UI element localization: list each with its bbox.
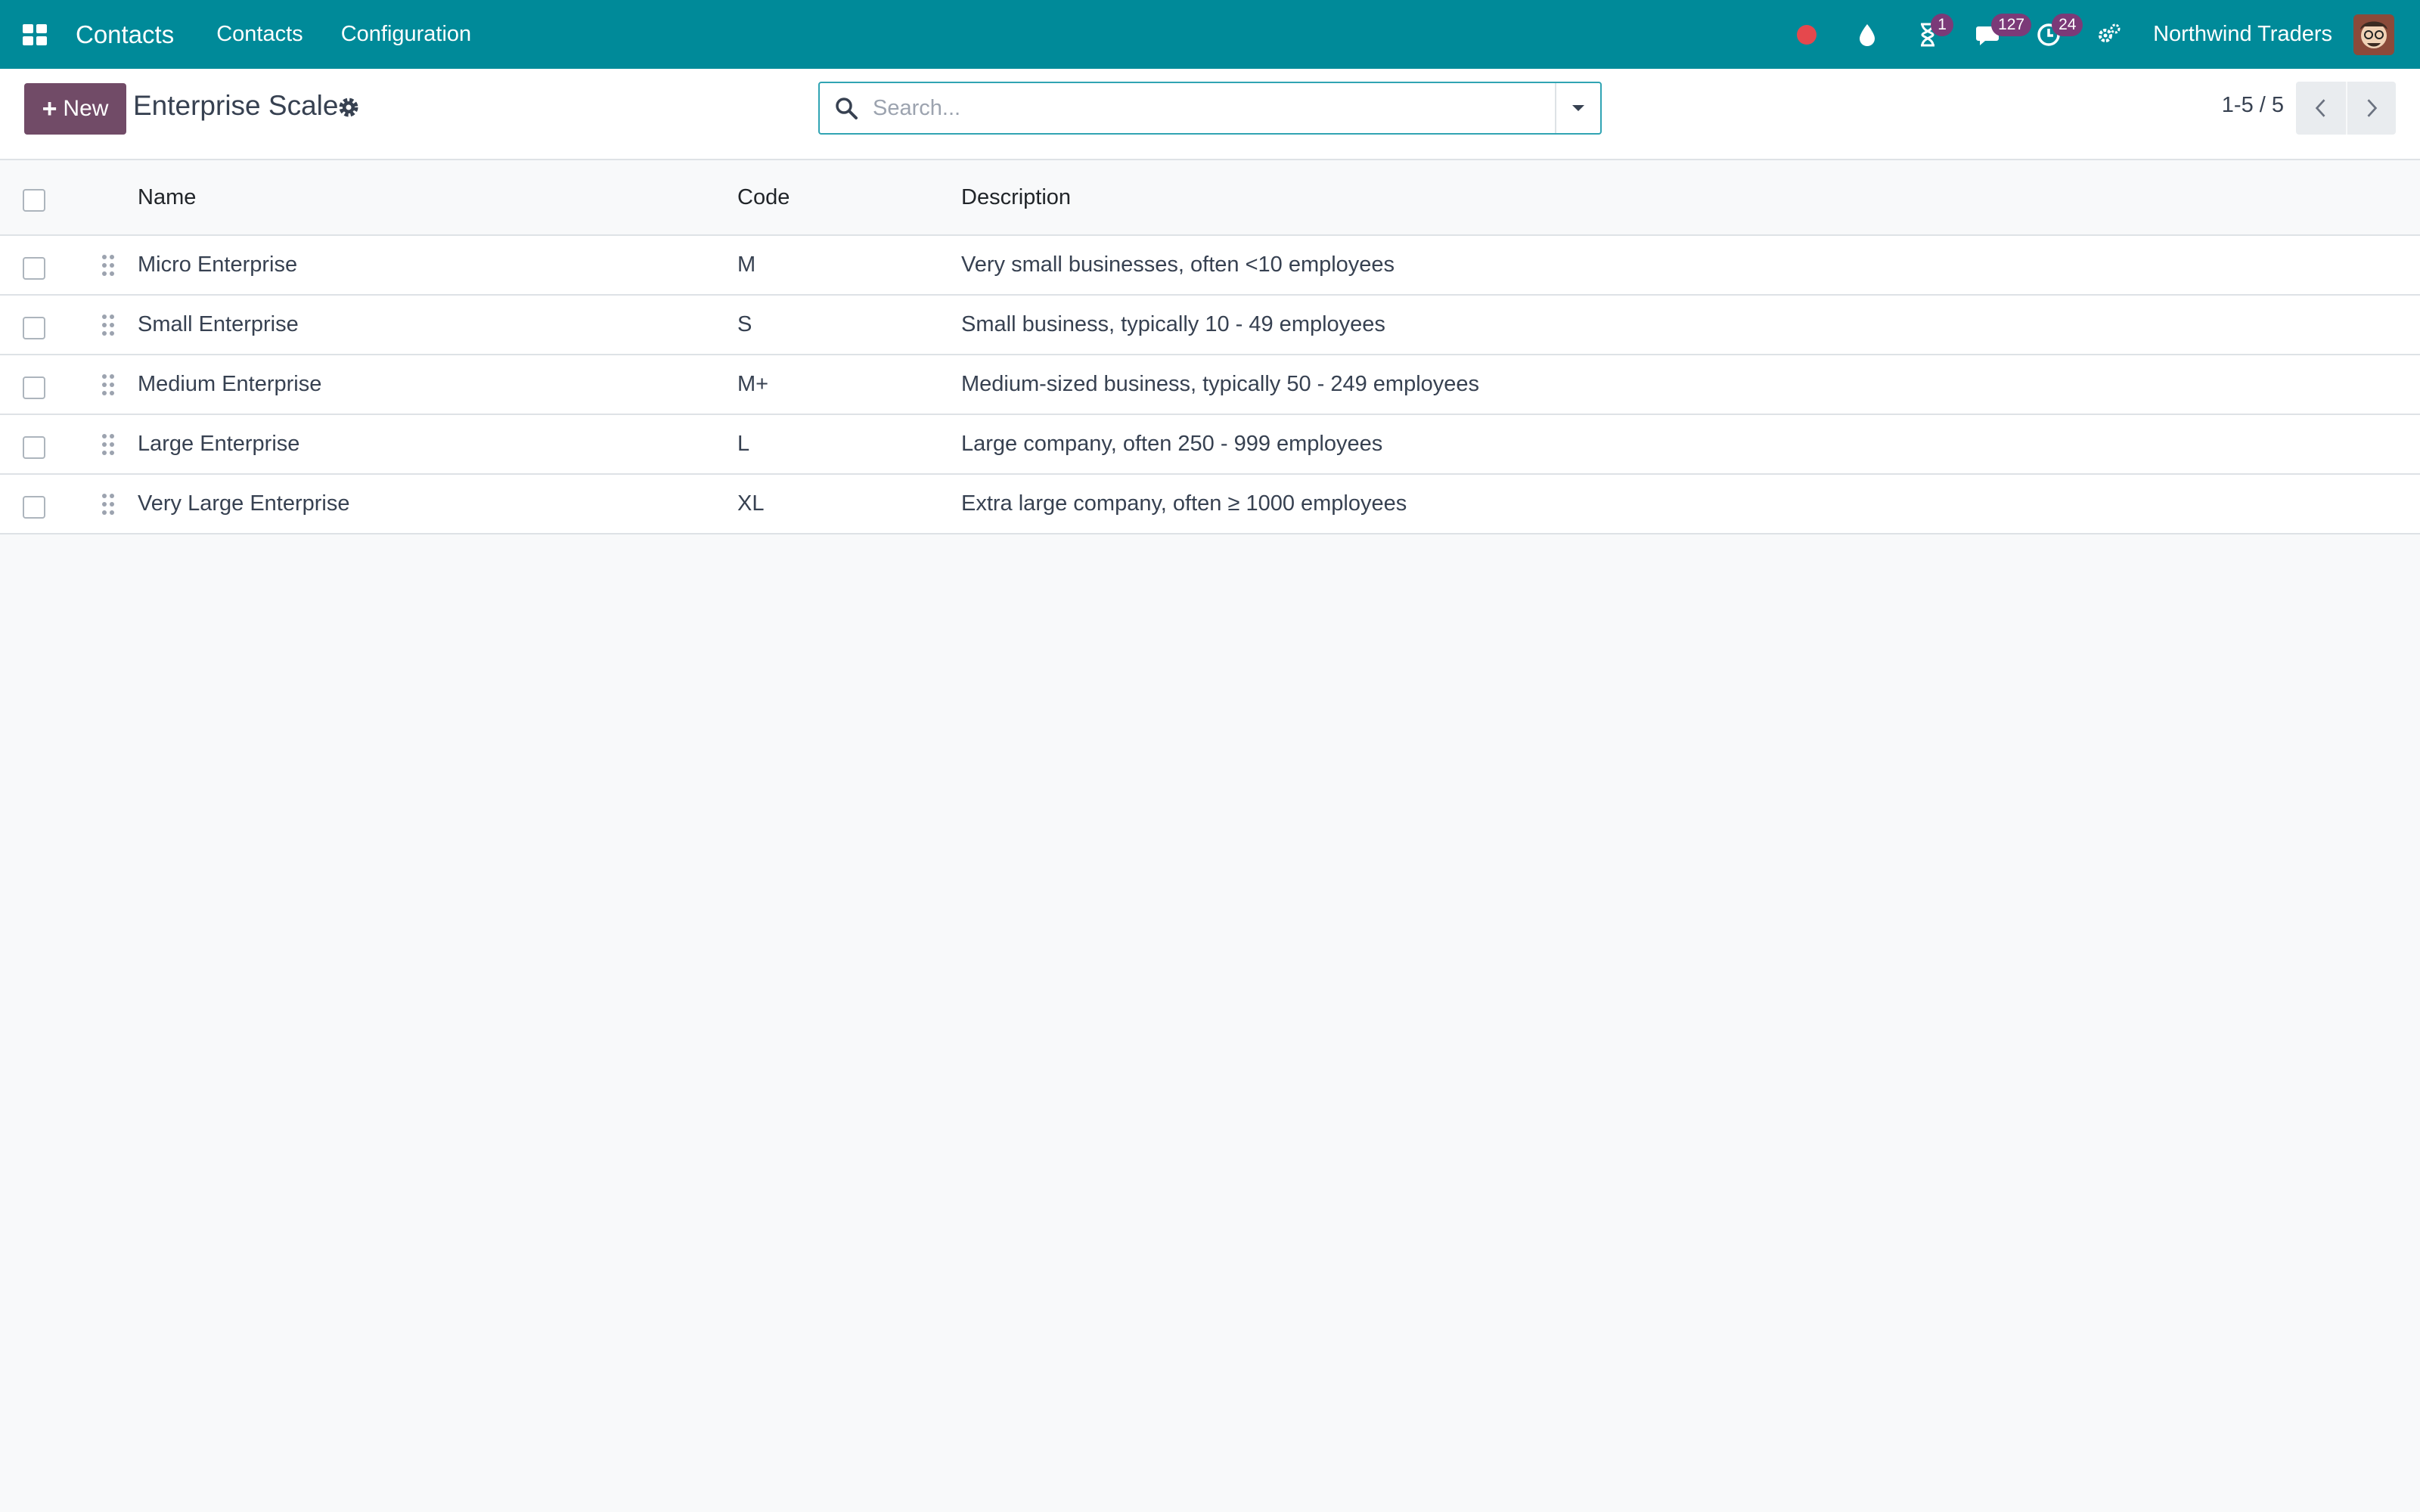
cell-description: Medium-sized business, typically 50 - 24… [961,372,1480,396]
apps-grid-icon [23,23,47,45]
control-panel: + New Enterprise Scale 1-5 / 5 [0,69,2420,160]
drag-handle-icon[interactable] [100,415,123,473]
apps-menu-button[interactable] [0,0,70,69]
pager-value[interactable]: 1-5 / 5 [2222,93,2284,118]
actions-gear-button[interactable] [336,94,361,120]
new-button[interactable]: + New [24,83,126,135]
cell-name: Small Enterprise [138,312,299,336]
table-row[interactable]: Small Enterprise S Small business, typic… [0,296,2420,355]
cell-name: Large Enterprise [138,432,300,456]
settings-button[interactable] [2086,0,2132,69]
drag-handle-icon[interactable] [100,236,123,294]
list-view: Name Code Description Micro Enterprise M… [0,160,2420,534]
drag-handle-icon[interactable] [100,355,123,414]
search-input[interactable] [873,85,1555,131]
table-row[interactable]: Very Large Enterprise XL Extra large com… [0,475,2420,534]
plus-icon: + [42,94,57,123]
drag-handle-icon[interactable] [100,475,123,533]
company-switcher[interactable]: Northwind Traders [2153,22,2332,47]
row-checkbox[interactable] [23,256,45,280]
drop-button[interactable] [1844,0,1890,69]
column-header-description[interactable]: Description [961,160,1071,234]
table-row[interactable]: Large Enterprise L Large company, often … [0,415,2420,475]
cell-name: Micro Enterprise [138,253,298,277]
top-navbar: Contacts Contacts Configuration 1 127 24… [0,0,2420,69]
drag-handle-icon[interactable] [100,296,123,354]
table-header: Name Code Description [0,160,2420,236]
activity-badge: 1 [1931,14,1954,36]
cell-code: M+ [737,372,769,396]
search-icon[interactable] [820,83,873,133]
pager-previous-button[interactable] [2296,82,2346,135]
chevron-left-icon [2315,99,2325,117]
column-header-code[interactable]: Code [737,160,790,234]
settings-icon [2099,23,2121,42]
pager-next-button[interactable] [2346,82,2396,135]
search-bar [818,82,1602,135]
messages-button[interactable]: 127 [1965,0,2032,69]
reminders-badge: 24 [2052,14,2083,36]
recording-indicator[interactable] [1784,0,1829,69]
search-options-toggle[interactable] [1555,83,1600,133]
table-row[interactable]: Micro Enterprise M Very small businesses… [0,236,2420,296]
cell-code: L [737,432,750,456]
cell-name: Very Large Enterprise [138,491,350,516]
column-header-name[interactable]: Name [138,160,196,234]
cell-code: M [737,253,756,277]
cell-description: Very small businesses, often <10 employe… [961,253,1395,277]
cell-code: S [737,312,752,336]
row-checkbox[interactable] [23,316,45,339]
cell-name: Medium Enterprise [138,372,322,396]
recording-dot-icon [1797,24,1817,45]
avatar[interactable] [2353,14,2394,55]
app-name[interactable]: Contacts [76,20,174,49]
menu-contacts[interactable]: Contacts [216,22,302,47]
cell-description: Extra large company, often ≥ 1000 employ… [961,491,1407,516]
cell-code: XL [737,491,765,516]
menu-configuration[interactable]: Configuration [341,22,472,47]
new-button-label: New [63,96,109,121]
activity-button[interactable]: 1 [1905,0,1954,69]
caret-down-icon [1572,105,1584,111]
gear-icon [339,98,358,117]
page-title: Enterprise Scale [133,90,339,121]
row-checkbox[interactable] [23,376,45,399]
reminders-button[interactable]: 24 [2026,0,2083,69]
cell-description: Small business, typically 10 - 49 employ… [961,312,1385,336]
select-all-checkbox[interactable] [23,189,45,212]
table-row[interactable]: Medium Enterprise M+ Medium-sized busine… [0,355,2420,415]
row-checkbox[interactable] [23,495,45,519]
row-checkbox[interactable] [23,435,45,459]
chevron-right-icon [2367,99,2378,117]
cell-description: Large company, often 250 - 999 employees [961,432,1383,456]
drop-icon [1860,23,1876,46]
